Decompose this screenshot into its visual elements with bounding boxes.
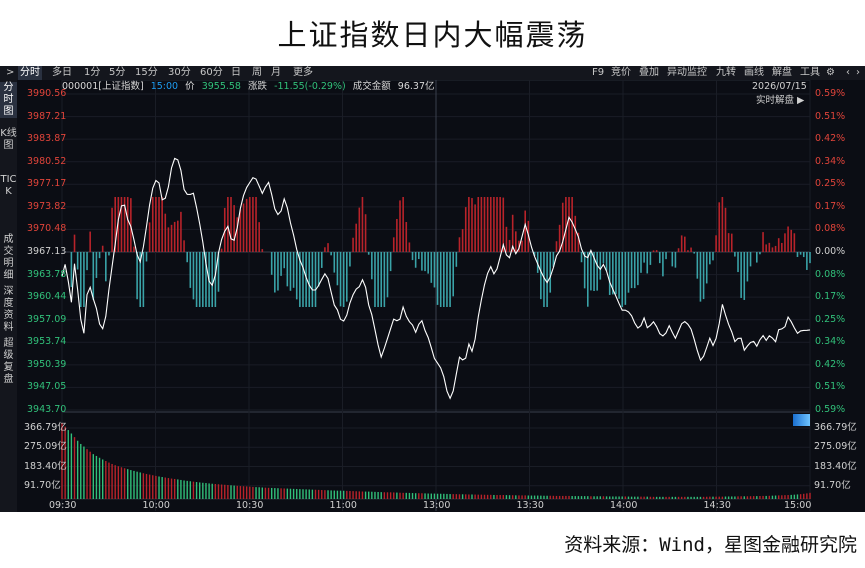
period-tab-10[interactable]: 更多 [291,66,315,80]
left-sidebar: 分时图 K线图 TICK 成交明细深度资料超级复盘 [0,80,17,512]
volume-tick-label: 91.70亿 [24,479,61,491]
toolbar-tool-10[interactable]: › [856,66,860,80]
toolbar-tool-6[interactable]: 解盘 [772,66,792,80]
intraday-chart[interactable] [0,66,865,512]
toolbar-tool-4[interactable]: 九转 [716,66,736,80]
headline: 上证指数日内大幅震荡 [277,18,588,52]
pct-tick-label: 0.51% [815,110,846,122]
volume-tick-label-right: 91.70亿 [814,479,851,491]
period-tab-1[interactable]: 多日 [50,66,74,80]
toolbar-tool-7[interactable]: 工具 [800,66,820,80]
y-tick-label: 3983.87 [27,133,67,145]
time-tick-label: 09:30 [49,500,77,511]
y-tick-label: 3980.52 [27,155,67,167]
change-value: -11.55(-0.29%) [274,81,346,92]
volume-tick-label-right: 366.79亿 [814,422,857,433]
toolbar-tool-2[interactable]: 叠加 [639,66,659,80]
toolbar-tool-0[interactable]: F9 [592,66,604,80]
sidebar-tab-5[interactable]: 超级复盘 [0,338,17,386]
toolbar-tool-5[interactable]: 画线 [744,66,764,80]
period-tab-4[interactable]: 15分 [133,66,160,80]
y-tick-label: 3973.82 [27,200,67,212]
pct-tick-label: 0.17% [815,291,846,303]
collapse-toggle[interactable]: > [4,66,16,80]
time-tick-label: 10:00 [142,500,170,511]
y-tick-label: 3947.05 [27,381,67,393]
amount-label: 成交金额 [352,81,391,92]
quote-time: 15:00 [150,81,179,92]
chart-date: 2026/07/15 [752,81,807,92]
volume-tick-label-right: 183.40亿 [814,460,857,472]
pct-tick-label: 0.59% [815,88,846,99]
pct-tick-label: 0.08% [815,268,846,280]
index-code-name: 000001[上证指数] [62,81,144,92]
toolbar-tool-1[interactable]: 竞价 [611,66,631,80]
data-source: 资料来源：Wind，星图金融研究院 [564,534,857,556]
y-tick-label: 3990.56 [27,88,67,99]
pct-tick-label: 0.59% [815,404,846,415]
period-tab-9[interactable]: 月 [269,66,283,80]
amount-value: 96.37亿 [397,81,435,92]
pct-tick-label: 0.51% [815,381,846,393]
period-tab-3[interactable]: 5分 [107,66,127,80]
sidebar-tab-4[interactable]: 深度资料 [0,286,17,334]
y-tick-label: 3987.21 [27,110,67,122]
price-label: 价 [185,81,195,92]
pct-tick-label: 0.00% [815,246,846,257]
y-tick-label: 3963.78 [27,268,67,280]
time-tick-label: 10:30 [236,500,264,511]
time-tick-label: 15:00 [784,500,812,511]
y-tick-label: 3950.39 [27,358,67,370]
time-tick-label: 14:00 [610,500,638,511]
period-tab-7[interactable]: 日 [229,66,243,80]
sidebar-tab-0[interactable]: 分时图 [0,82,17,118]
period-tab-0[interactable]: 分时 [18,66,42,80]
period-tab-8[interactable]: 周 [250,66,264,80]
pct-tick-label: 0.17% [815,200,846,212]
y-tick-label: 3953.74 [27,336,67,348]
price-value: 3955.58 [201,81,241,92]
pct-tick-label: 0.42% [815,133,846,145]
stock-chart-window: > 分时 多日 1分 5分 15分 30分 60分日周月更多 F9 竞价 叠加 异动监控 九转 画线 解盘工… [0,66,865,512]
time-tick-label: 13:30 [516,500,544,511]
y-tick-label: 3957.09 [27,313,67,325]
volume-tick-label-right: 275.09亿 [814,441,857,453]
pct-tick-label: 0.25% [815,313,846,325]
y-tick-label: 3967.13 [27,246,67,257]
pct-tick-label: 0.34% [815,155,846,167]
change-label: 涨跌 [248,81,268,92]
y-tick-label: 3943.70 [27,404,67,415]
volume-tick-label: 183.40亿 [24,460,67,472]
volume-tick-label: 366.79亿 [24,422,67,433]
pct-tick-label: 0.42% [815,358,846,370]
toolbar-tool-8[interactable]: ⚙ [826,66,835,80]
time-tick-label: 14:30 [703,500,731,511]
toolbar-tool-9[interactable]: ‹ [846,66,850,80]
time-tick-label: 13:00 [423,500,451,511]
y-tick-label: 3970.48 [27,223,67,235]
period-tab-2[interactable]: 1分 [82,66,102,80]
chart-scroll-handle[interactable] [793,414,810,426]
period-tab-6[interactable]: 60分 [198,66,225,80]
period-toolbar: > 分时 多日 1分 5分 15分 30分 60分日周月更多 F9 竞价 叠加 异动监控 九转 画线 解盘工… [0,66,865,80]
y-tick-label: 3960.44 [27,291,67,303]
pct-tick-label: 0.34% [815,336,846,348]
y-tick-label: 3977.17 [27,178,67,190]
pct-tick-label: 0.08% [815,223,846,235]
quote-info-bar: 000001[上证指数] 15:00 价 3955.58 涨跌 -11.55(-… [62,80,439,94]
toolbar-tool-3[interactable]: 异动监控 [667,66,707,80]
volume-tick-label: 275.09亿 [24,441,67,453]
sidebar-tab-1[interactable]: K线图 [0,128,17,152]
pct-tick-label: 0.25% [815,178,846,190]
realtime-analysis-link[interactable]: 实时解盘 ▶ [756,94,804,108]
sidebar-tab-2[interactable]: TICK [0,174,17,198]
time-tick-label: 11:00 [329,500,357,511]
period-tab-5[interactable]: 30分 [166,66,193,80]
sidebar-tab-3[interactable]: 成交明细 [0,234,17,282]
